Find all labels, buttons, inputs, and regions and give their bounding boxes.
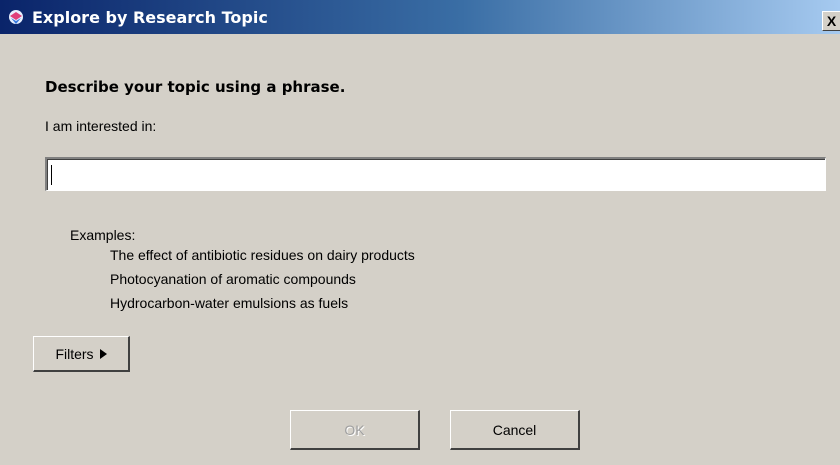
close-icon: X: [826, 13, 837, 29]
example-item: The effect of antibiotic residues on dai…: [110, 247, 415, 263]
close-button[interactable]: X: [822, 11, 840, 31]
text-caret: [51, 165, 52, 185]
cancel-button[interactable]: Cancel: [450, 410, 580, 450]
dialog-heading: Describe your topic using a phrase.: [45, 78, 346, 96]
ok-button[interactable]: OK: [290, 410, 420, 450]
filters-button[interactable]: Filters: [33, 336, 130, 372]
window-title: Explore by Research Topic: [32, 7, 268, 27]
interest-label: I am interested in:: [45, 118, 157, 134]
example-item: Hydrocarbon-water emulsions as fuels: [110, 295, 349, 311]
triangle-right-icon: [99, 348, 107, 359]
filters-label: Filters: [55, 345, 94, 362]
example-item: Photocyanation of aromatic compounds: [110, 271, 356, 287]
app-logo-icon: [8, 9, 24, 25]
examples-heading: Examples:: [70, 227, 136, 243]
ok-label: OK: [344, 421, 365, 438]
cancel-label: Cancel: [492, 421, 537, 438]
title-bar[interactable]: Explore by Research Topic X: [0, 0, 840, 34]
topic-input[interactable]: [45, 157, 826, 191]
